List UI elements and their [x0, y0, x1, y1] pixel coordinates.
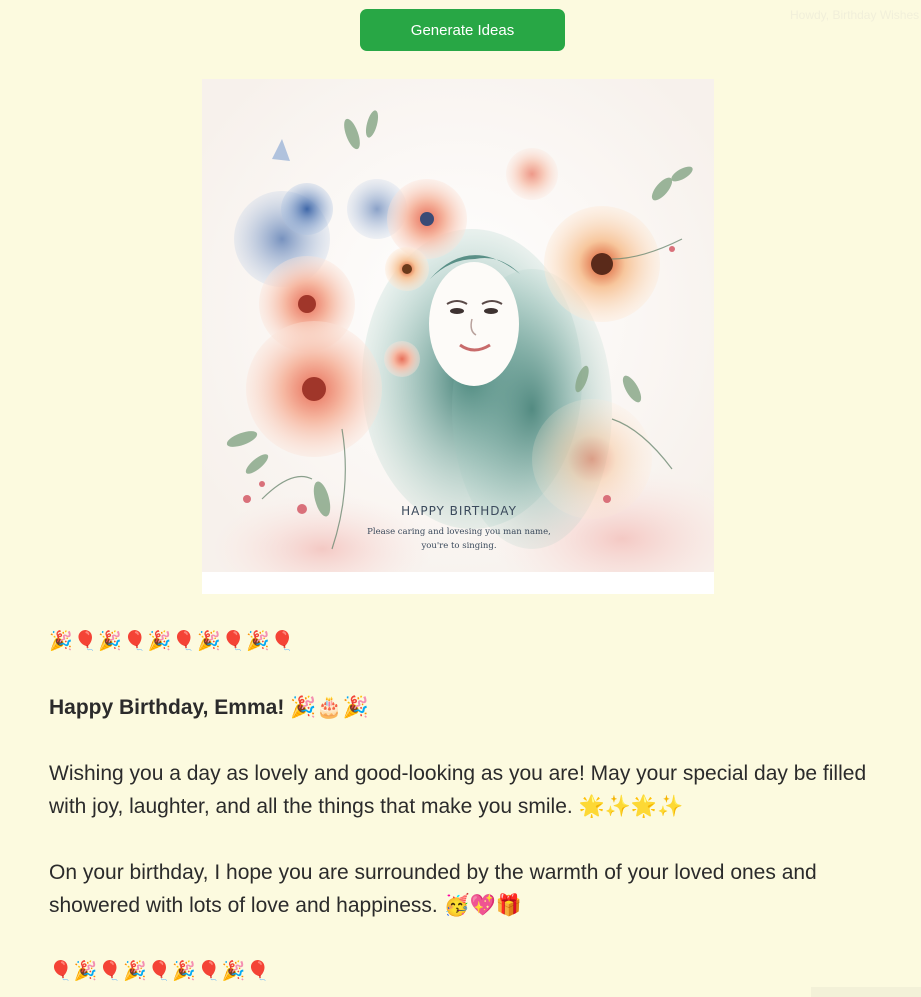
- birthday-card-image: HAPPY BIRTHDAY Please caring and lovesin…: [202, 79, 714, 594]
- bottom-right-shade: [811, 987, 921, 997]
- card-subtitle-line2: you're to singing.: [420, 541, 496, 551]
- faint-header-text: Howdy, Birthday Wishes: [790, 8, 920, 22]
- message-paragraph-2: On your birthday, I hope you are surroun…: [49, 861, 817, 917]
- birthday-message: 🎉🎈🎉🎈🎉🎈🎉🎈🎉🎈 Happy Birthday, Emma! 🎉🎂🎉 Wis…: [49, 625, 879, 997]
- emoji-row-top: 🎉🎈🎉🎈🎉🎈🎉🎈🎉🎈: [49, 631, 296, 652]
- card-title: HAPPY BIRTHDAY: [401, 504, 517, 518]
- generate-ideas-button[interactable]: Generate Ideas: [360, 9, 565, 51]
- watercolor-floral-portrait: HAPPY BIRTHDAY Please caring and lovesin…: [202, 79, 714, 594]
- birthday-wish-page: Howdy, Birthday Wishes Generate Ideas HA…: [0, 0, 921, 997]
- card-bottom-strip: [202, 572, 714, 594]
- card-subtitle-line1: Please caring and lovesing you man name,: [367, 527, 551, 537]
- greeting-heading: Happy Birthday, Emma! 🎉🎂🎉: [49, 696, 369, 719]
- emoji-row-bottom: 🎈🎉🎈🎉🎈🎉🎈🎉🎈: [49, 961, 271, 982]
- message-paragraph-1: Wishing you a day as lovely and good-loo…: [49, 762, 867, 818]
